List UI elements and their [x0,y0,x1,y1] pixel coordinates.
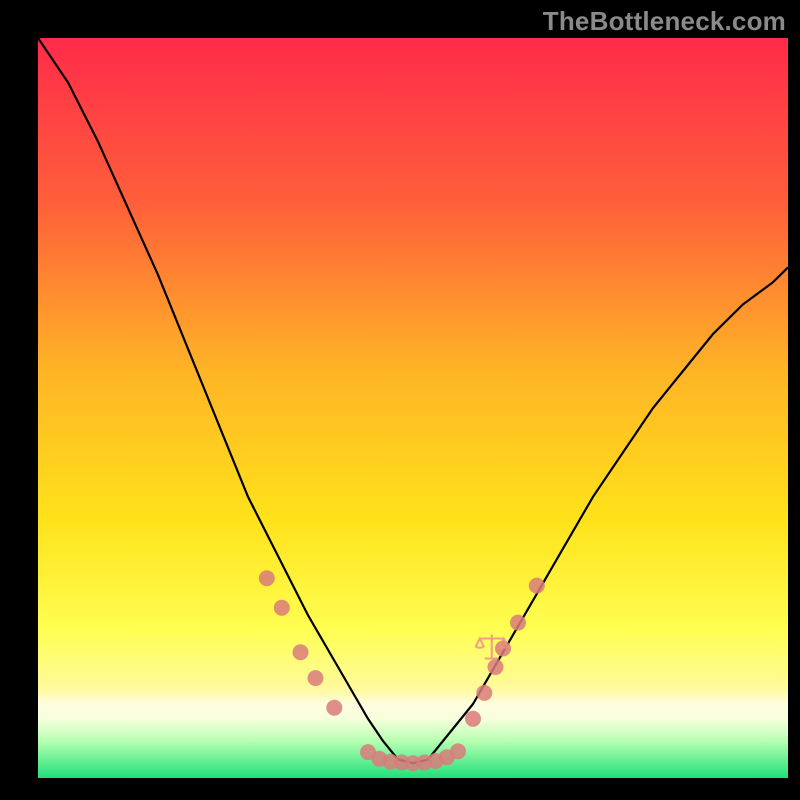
marker-dot [308,670,324,686]
marker-dot [259,570,275,586]
marker-dot [326,700,342,716]
chart-container: TheBottleneck.com [0,0,800,800]
marker-dot [510,615,526,631]
marker-dot [450,743,466,759]
chart-overlay [38,38,788,778]
bottleneck-curve [38,38,788,763]
watermark-label: TheBottleneck.com [543,6,786,37]
marker-dot [274,600,290,616]
marker-dot [476,685,492,701]
plot-area [38,38,788,778]
marker-dot [488,659,504,675]
marker-dot [529,578,545,594]
marker-dot [465,711,481,727]
marker-dot [293,644,309,660]
